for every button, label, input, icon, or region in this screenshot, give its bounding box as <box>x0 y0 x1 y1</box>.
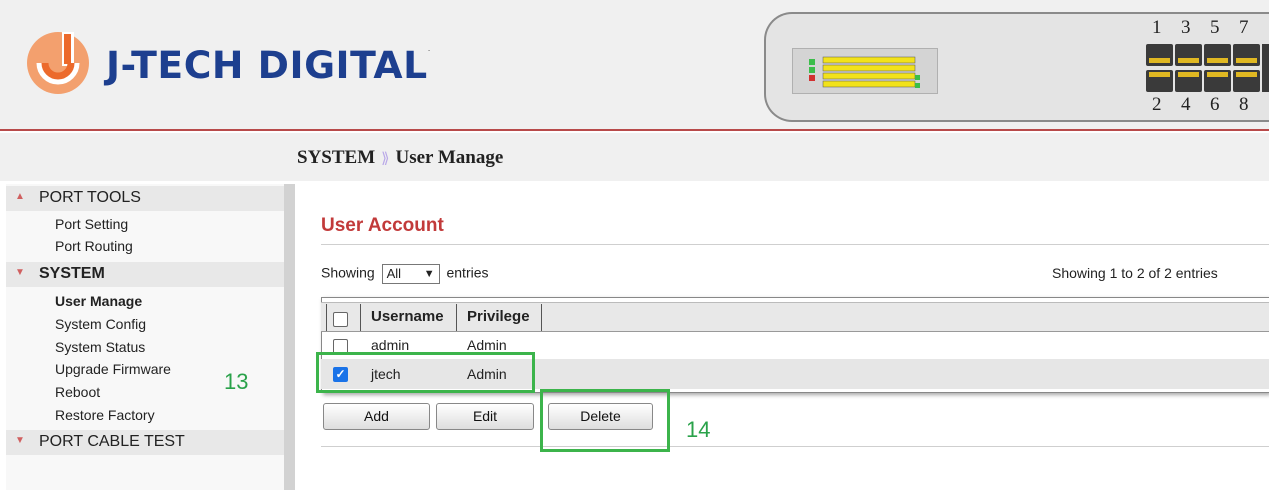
ethernet-ports-icon <box>1146 44 1269 92</box>
sidebar-divider <box>284 184 295 490</box>
jtech-logo-icon <box>27 32 89 94</box>
divider <box>321 244 1269 245</box>
sidebar-section-system[interactable]: ▼ SYSTEM <box>6 262 284 287</box>
column-divider <box>360 304 361 331</box>
chevron-down-icon: ▼ <box>423 268 435 280</box>
chevron-up-icon: ▲ <box>15 191 25 202</box>
sidebar-item-upgrade-firmware[interactable]: Upgrade Firmware <box>55 361 171 377</box>
column-divider <box>326 304 327 331</box>
column-header-privilege[interactable]: Privilege <box>467 308 530 325</box>
add-button[interactable]: Add <box>323 403 430 430</box>
port-numbers-bottom: 2468 <box>1152 94 1249 115</box>
cell-privilege: Admin <box>467 337 507 353</box>
column-header-username[interactable]: Username <box>371 308 444 325</box>
table-header <box>321 302 1269 332</box>
highlight-box-jtech-row <box>316 352 535 393</box>
port-numbers-top: 1357 <box>1152 17 1249 38</box>
sidebar-item-system-status[interactable]: System Status <box>55 339 145 355</box>
cell-username: admin <box>371 337 410 353</box>
select-all-checkbox[interactable] <box>333 312 348 327</box>
led-indicator-panel <box>792 48 938 94</box>
annotation-step-13: 13 <box>224 369 249 394</box>
sidebar-item-system-config[interactable]: System Config <box>55 316 146 332</box>
section-title: User Account <box>321 215 444 236</box>
breadcrumb-page: User Manage <box>395 147 504 168</box>
sidebar-section-port-cable-test[interactable]: ▼ PORT CABLE TEST <box>6 430 284 455</box>
chevron-down-icon: ▼ <box>15 267 25 278</box>
breadcrumb-separator-icon: ⟫ <box>381 149 390 167</box>
edit-button[interactable]: Edit <box>436 403 534 430</box>
brand-name: J-TECH DIGITAL. <box>106 44 431 87</box>
chevron-down-icon: ▼ <box>15 435 25 446</box>
column-divider <box>456 304 457 331</box>
column-divider <box>541 304 542 331</box>
sidebar-item-reboot[interactable]: Reboot <box>55 384 100 400</box>
breadcrumb-bar <box>0 133 1269 181</box>
annotation-step-14: 14 <box>686 417 711 442</box>
highlight-box-delete <box>540 389 670 452</box>
sidebar-section-port-tools[interactable]: ▲ PORT TOOLS <box>6 186 284 211</box>
length-control: Showing All ▼ entries <box>321 264 489 284</box>
sidebar-item-port-setting[interactable]: Port Setting <box>55 216 128 232</box>
sidebar-item-user-manage[interactable]: User Manage <box>55 293 142 309</box>
breadcrumb-section: SYSTEM <box>297 147 376 168</box>
divider <box>321 446 1269 447</box>
table-info: Showing 1 to 2 of 2 entries <box>1052 265 1218 281</box>
sidebar-item-restore-factory[interactable]: Restore Factory <box>55 407 155 423</box>
breadcrumb: SYSTEM ⟫ User Manage <box>297 147 503 169</box>
sidebar-item-port-routing[interactable]: Port Routing <box>55 238 133 254</box>
entries-length-select[interactable]: All ▼ <box>381 264 440 284</box>
